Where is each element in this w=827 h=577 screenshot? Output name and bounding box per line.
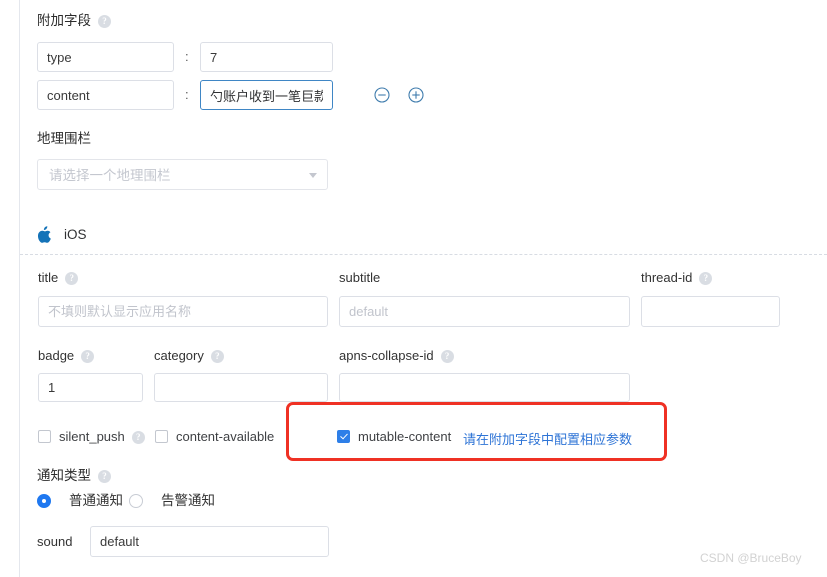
extra-field-value-input-content[interactable] [200, 80, 333, 110]
help-icon[interactable]: ? [81, 350, 95, 363]
subtitle-input[interactable] [339, 296, 630, 327]
thread-id-input[interactable] [641, 296, 780, 327]
field-label-category-text: category [154, 348, 204, 363]
field-label-badge-text: badge [38, 348, 75, 363]
radio-normal-notification[interactable] [37, 494, 51, 508]
sound-field-label: sound [37, 534, 73, 549]
field-label-thread-id: thread-id? [641, 270, 713, 286]
field-label-title: title? [38, 270, 79, 286]
extra-fields-title-text: 附加字段 [37, 13, 91, 28]
help-icon[interactable]: ? [98, 15, 111, 28]
checkbox-label-content-available: content-available [176, 429, 275, 444]
checkbox-box-content-available[interactable] [155, 430, 168, 443]
radio-label-normal-notification: 普通通知 [69, 493, 123, 508]
extra-fields-section-title: 附加字段? [37, 13, 111, 29]
extra-field-value-input-type[interactable] [200, 42, 333, 72]
help-icon[interactable]: ? [699, 272, 713, 285]
ios-section-divider [20, 254, 827, 255]
geofence-section-title: 地理围栏 [37, 131, 91, 146]
geofence-select[interactable]: 请选择一个地理围栏 [37, 159, 328, 190]
apple-icon [37, 226, 52, 243]
help-icon[interactable]: ? [440, 350, 454, 363]
ios-platform-label: iOS [64, 227, 87, 242]
help-icon[interactable]: ? [65, 272, 79, 285]
push-notification-form: 附加字段? : : 地理围栏 请选择一个地理围栏 [0, 0, 827, 577]
field-label-category: category? [154, 348, 224, 364]
watermark: CSDN @BruceBoy [700, 551, 802, 565]
notify-type-radio-group: 普通通知 告警通知 [37, 493, 237, 512]
geofence-select-placeholder: 请选择一个地理围栏 [49, 168, 171, 183]
extra-field-key-input-content[interactable] [37, 80, 174, 110]
radio-alert-notification[interactable] [129, 494, 143, 508]
field-label-title-text: title [38, 270, 59, 285]
field-label-apns-collapse-id-text: apns-collapse-id [339, 348, 434, 363]
apns-collapse-id-input[interactable] [339, 373, 630, 402]
key-value-separator: : [185, 49, 189, 64]
circle-plus-icon[interactable] [408, 87, 424, 103]
help-icon[interactable]: ? [210, 350, 224, 363]
left-divider-rule [19, 0, 20, 577]
sound-input[interactable] [90, 526, 329, 557]
notify-type-title-text: 通知类型 [37, 468, 91, 483]
field-label-apns-collapse-id: apns-collapse-id? [339, 348, 454, 364]
title-input[interactable] [38, 296, 328, 327]
badge-input[interactable] [38, 373, 143, 402]
extra-field-key-input-type[interactable] [37, 42, 174, 72]
checkbox-box-mutable-content[interactable] [337, 430, 350, 443]
category-input[interactable] [154, 373, 328, 402]
key-value-separator: : [185, 87, 189, 102]
field-label-subtitle: subtitle [339, 270, 381, 285]
radio-label-alert-notification: 告警通知 [161, 493, 215, 508]
chevron-down-icon [309, 173, 317, 178]
checkbox-label-silent-push-text: silent_push [59, 429, 125, 444]
circle-minus-icon[interactable] [374, 87, 390, 103]
checkbox-label-mutable-content: mutable-content [358, 429, 452, 444]
help-icon[interactable]: ? [98, 470, 111, 483]
help-icon[interactable]: ? [131, 431, 145, 444]
mutable-content-hint-link[interactable]: 请在附加字段中配置相应参数 [463, 429, 632, 448]
notify-type-section-title: 通知类型? [37, 468, 111, 484]
field-label-thread-id-text: thread-id [641, 270, 693, 285]
checkbox-label-silent-push: silent_push? [59, 429, 145, 444]
field-label-badge: badge? [38, 348, 95, 364]
checkbox-box-silent-push[interactable] [38, 430, 51, 443]
